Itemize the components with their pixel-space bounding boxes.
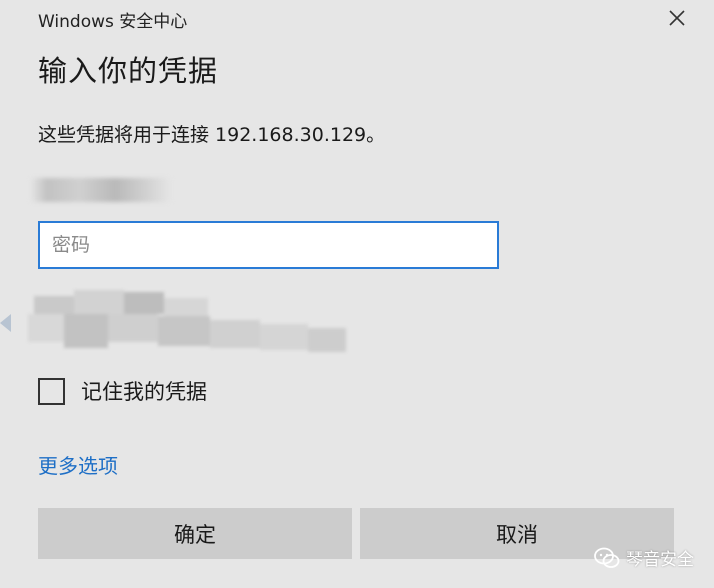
wechat-icon <box>594 547 620 568</box>
left-arrow-icon <box>0 314 11 332</box>
credential-dialog: Windows 安全中心 输入你的凭据 这些凭据将用于连接 192.168.30… <box>0 0 714 588</box>
dialog-heading: 输入你的凭据 <box>38 54 219 88</box>
watermark: 琴音安全 <box>594 545 694 570</box>
redacted-username <box>30 178 172 202</box>
more-options-link[interactable]: 更多选项 <box>38 450 118 479</box>
window-title: Windows 安全中心 <box>38 12 188 32</box>
remember-checkbox[interactable] <box>38 377 65 405</box>
redacted-account <box>28 290 346 354</box>
password-input[interactable] <box>38 221 499 269</box>
dialog-description: 这些凭据将用于连接 192.168.30.129。 <box>38 124 386 146</box>
ok-button[interactable]: 确定 <box>38 508 352 559</box>
remember-credentials[interactable]: 记住我的凭据 <box>38 376 207 406</box>
watermark-text: 琴音安全 <box>626 550 694 570</box>
close-icon[interactable] <box>660 2 694 34</box>
close-button[interactable] <box>660 2 694 34</box>
remember-label: 记住我的凭据 <box>81 380 207 404</box>
